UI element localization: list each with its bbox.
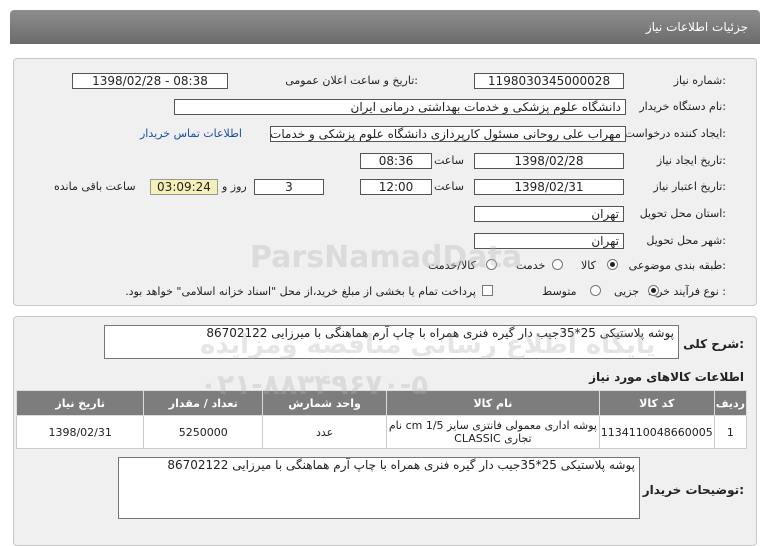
col-qty: تعداد / مقدار: [143, 390, 264, 416]
validity-time-label: ساعت: [434, 180, 464, 193]
summary-text: پوشه پلاستیکی 25*35جیب دار گیره فنری همر…: [104, 325, 679, 359]
purchase-type-label: نوع فرآیند خرید :: [648, 285, 726, 298]
days-field[interactable]: 3: [254, 179, 324, 195]
cell-row: 1: [713, 415, 748, 449]
cell-qty: 5250000: [143, 415, 264, 449]
validity-time-field[interactable]: 12:00: [360, 179, 432, 195]
province-label: استان محل تحویل:: [639, 207, 726, 220]
col-code: کد کالا: [598, 390, 715, 416]
purchase-radio-minor[interactable]: [648, 285, 659, 296]
need-number-label: شماره نیاز:: [673, 74, 726, 87]
col-unit: واحد شمارش: [262, 390, 387, 416]
created-date-field[interactable]: 1398/02/28: [474, 153, 624, 169]
col-name: نام کالا: [385, 390, 600, 416]
remaining-label: ساعت باقی مانده: [54, 180, 136, 193]
remaining-time-field: 03:09:24: [150, 179, 218, 195]
page-title: جزئیات اطلاعات نیاز: [645, 20, 748, 34]
need-details-panel: شماره نیاز: 1198030345000028 تاریخ و ساع…: [13, 58, 757, 306]
need-number-field[interactable]: 1198030345000028: [474, 73, 624, 89]
category-radio-goods[interactable]: [607, 259, 618, 270]
category-radio-goods-service[interactable]: [486, 259, 497, 270]
buyer-notes-label: توضیحات خریدار:: [642, 483, 744, 497]
creator-label: ایجاد کننده درخواست:: [624, 127, 726, 140]
cell-unit: عدد: [262, 415, 387, 449]
cell-date: 1398/02/31: [15, 415, 145, 449]
items-table-header: ردیف کد کالا نام کالا واحد شمارش تعداد /…: [15, 390, 748, 416]
validity-date-field[interactable]: 1398/02/31: [474, 179, 624, 195]
col-row: ردیف: [713, 390, 748, 416]
table-row[interactable]: 1 1134110048660005 پوشه اداری معمولی فان…: [15, 415, 748, 449]
announce-field[interactable]: 1398/02/28 - 08:38: [72, 73, 228, 89]
city-field[interactable]: تهران: [474, 233, 624, 249]
treasury-payment-note: پرداخت تمام یا بخشی از مبلغ خرید،از محل …: [125, 285, 476, 298]
category-option-service: خدمت: [516, 259, 546, 272]
purchase-option-minor: جزیی: [614, 285, 640, 298]
col-date: تاریخ نیاز: [15, 390, 145, 416]
category-option-goods-service: کالا/خدمت: [428, 259, 476, 272]
category-radio-service[interactable]: [552, 259, 563, 270]
created-time-field[interactable]: 08:36: [360, 153, 432, 169]
province-field[interactable]: تهران: [474, 206, 624, 222]
validity-date-label: تاریخ اعتبار نیاز:: [653, 180, 726, 193]
category-option-goods: کالا: [581, 259, 596, 272]
buyer-label: نام دستگاه خریدار:: [639, 100, 726, 113]
title-bar: جزئیات اطلاعات نیاز: [10, 10, 760, 44]
announce-label: تاریخ و ساعت اعلان عمومی:: [285, 74, 418, 87]
purchase-option-medium: متوسط: [542, 285, 577, 298]
created-date-label: تاریخ ایجاد نیاز:: [656, 154, 726, 167]
city-label: شهر محل تحویل:: [646, 234, 726, 247]
items-table: ردیف کد کالا نام کالا واحد شمارش تعداد /…: [15, 390, 748, 449]
items-heading: اطلاعات کالاهای مورد نیاز: [589, 370, 744, 384]
category-label: طبقه بندی موضوعی:: [628, 259, 726, 272]
contact-buyer-link[interactable]: اطلاعات تماس خریدار: [140, 127, 242, 140]
cell-code: 1134110048660005: [598, 415, 715, 449]
cell-name: پوشه اداری معمولی فانتزی سایز 1/5 cm نام…: [385, 415, 600, 449]
created-time-label: ساعت: [434, 154, 464, 167]
days-label: روز و: [222, 180, 247, 193]
treasury-payment-checkbox[interactable]: [482, 285, 493, 296]
creator-field[interactable]: مهراب علی روحانی مسئول کارپردازی دانشگاه…: [270, 126, 626, 142]
purchase-radio-medium[interactable]: [590, 285, 601, 296]
buyer-notes-text: پوشه پلاستیکی 25*35جیب دار گیره فنری همر…: [118, 457, 640, 519]
buyer-field[interactable]: دانشگاه علوم پزشکی و خدمات بهداشتی درمان…: [174, 99, 626, 115]
